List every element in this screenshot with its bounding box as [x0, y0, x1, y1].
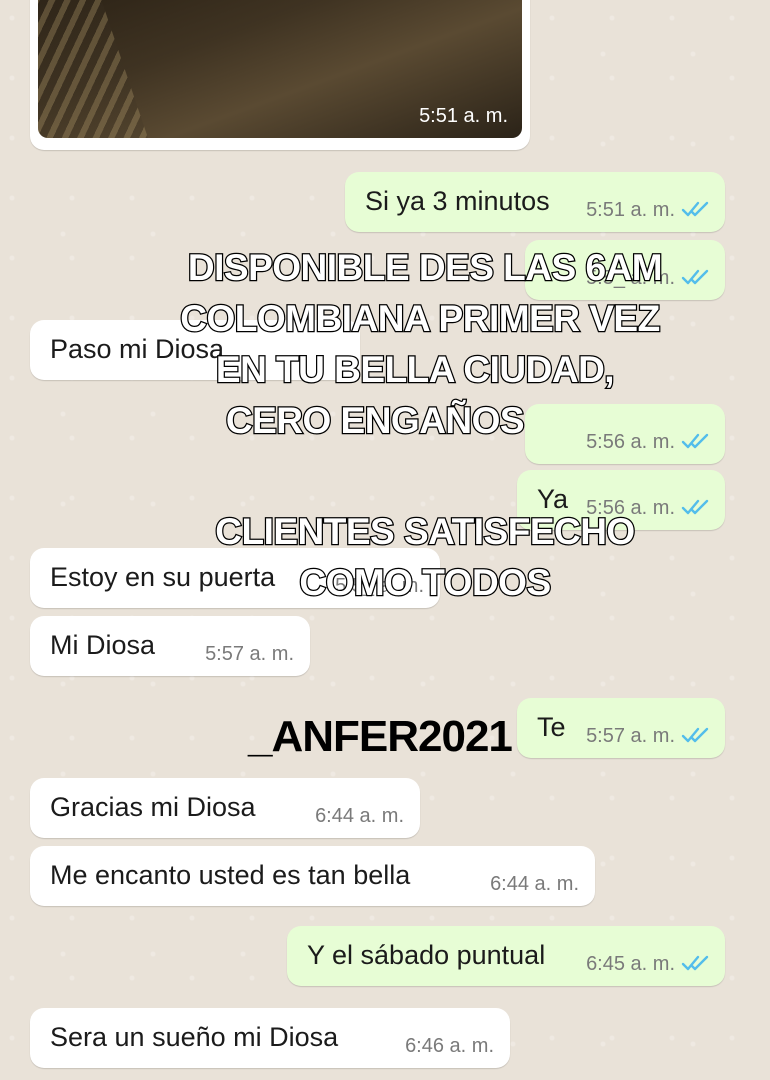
- overlay-line: EN TU BELLA CIUDAD,: [215, 348, 616, 392]
- message-text: Te: [537, 712, 566, 742]
- message-text: Gracias mi Diosa: [50, 792, 256, 822]
- double-check-icon: [681, 201, 709, 217]
- overlay-line: DISPONIBLE DES LAS 6AM: [187, 246, 664, 290]
- message-time: 6:44 a. m.: [315, 805, 404, 827]
- photo-thumbnail[interactable]: 5:51 a. m.: [38, 0, 522, 138]
- overlay-line: COLOMBIANA PRIMER VEZ: [179, 297, 661, 341]
- message-time: 6:45 a. m.: [586, 953, 675, 975]
- message-incoming[interactable]: Gracias mi Diosa 6:44 a. m.: [30, 778, 420, 838]
- message-outgoing[interactable]: Y el sábado puntual 6:45 a. m.: [287, 926, 725, 986]
- overlay-handle: _ANFER2021: [248, 712, 513, 761]
- message-time: 6:44 a. m.: [490, 873, 579, 895]
- message-incoming[interactable]: Me encanto usted es tan bella 6:44 a. m.: [30, 846, 595, 906]
- message-time: 5:51 a. m.: [419, 105, 508, 127]
- double-check-icon: [681, 955, 709, 971]
- message-time: 5:51 a. m.: [586, 199, 675, 221]
- message-time: 6:46 a. m.: [405, 1035, 494, 1057]
- double-check-icon: [681, 727, 709, 743]
- message-outgoing[interactable]: Te 5:57 a. m.: [517, 698, 725, 758]
- message-outgoing[interactable]: Si ya 3 minutos 5:51 a. m.: [345, 172, 725, 232]
- message-text: Si ya 3 minutos: [365, 186, 550, 216]
- overlay-text-block: CLIENTES SATISFECHO COMO TODOS: [0, 506, 770, 608]
- message-meta: 5:57 a. m.: [586, 725, 711, 748]
- message-text: Mi Diosa: [50, 630, 156, 660]
- message-text: Sera un sueño mi Diosa: [50, 1022, 339, 1052]
- message-time: 5:57 a. m.: [205, 643, 294, 665]
- overlay-text-block: DISPONIBLE DES LAS 6AM COLOMBIANA PRIMER…: [0, 242, 770, 446]
- message-time: 5:57 a. m.: [586, 725, 675, 747]
- message-text: Me encanto usted es tan bella: [50, 860, 411, 890]
- message-incoming[interactable]: Sera un sueño mi Diosa 6:46 a. m.: [30, 1008, 510, 1068]
- message-text: Y el sábado puntual: [307, 940, 546, 970]
- message-meta: 6:45 a. m.: [586, 953, 711, 976]
- photo-message[interactable]: 5:51 a. m.: [30, 0, 530, 150]
- overlay-line: CLIENTES SATISFECHO: [214, 510, 636, 554]
- message-incoming[interactable]: Mi Diosa 5:57 a. m.: [30, 616, 310, 676]
- photo-content: [38, 0, 148, 138]
- message-meta: 5:51 a. m.: [586, 199, 711, 222]
- overlay-line: COMO TODOS: [298, 561, 552, 605]
- overlay-line: CERO ENGAÑOS: [225, 399, 526, 443]
